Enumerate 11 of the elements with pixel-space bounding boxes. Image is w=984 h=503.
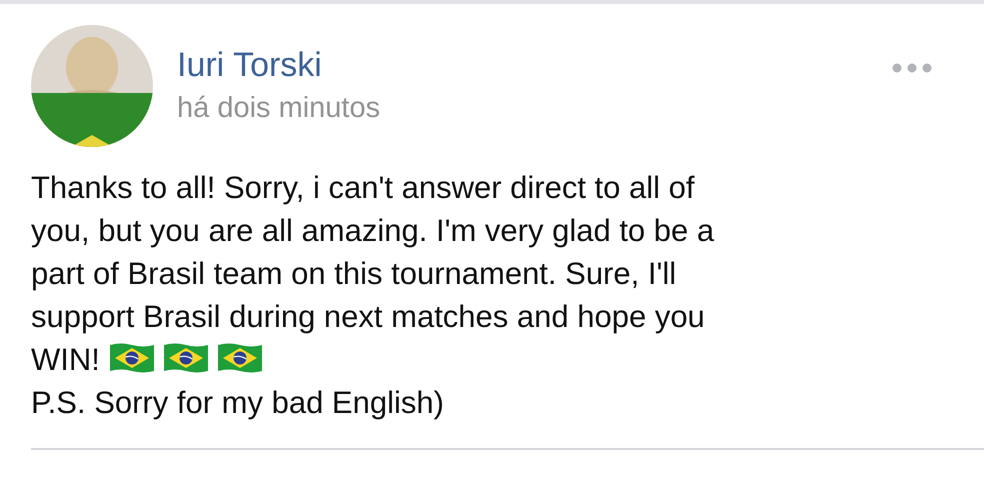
post-time: há dois minutos bbox=[177, 91, 382, 126]
author-name[interactable]: Iuri Torski bbox=[177, 45, 892, 85]
flag-icon bbox=[110, 343, 154, 373]
flag-icon bbox=[218, 343, 262, 373]
post-text-line: WIN! bbox=[31, 342, 100, 377]
post-text-line: P.S. Sorry for my bad English) bbox=[31, 385, 444, 420]
post-text-line: Thanks to all! Sorry, i can't answer direct to all of bbox=[31, 170, 695, 205]
flag-icon bbox=[164, 343, 208, 373]
post-text-line: you, but you are all amazing. I'm very glad to be a bbox=[31, 213, 714, 248]
post-text-line: part of Brasil team on this tournament. Sure, I'll bbox=[31, 256, 676, 291]
post-text-line: support Brasil during next matches and hope you bbox=[31, 299, 705, 334]
